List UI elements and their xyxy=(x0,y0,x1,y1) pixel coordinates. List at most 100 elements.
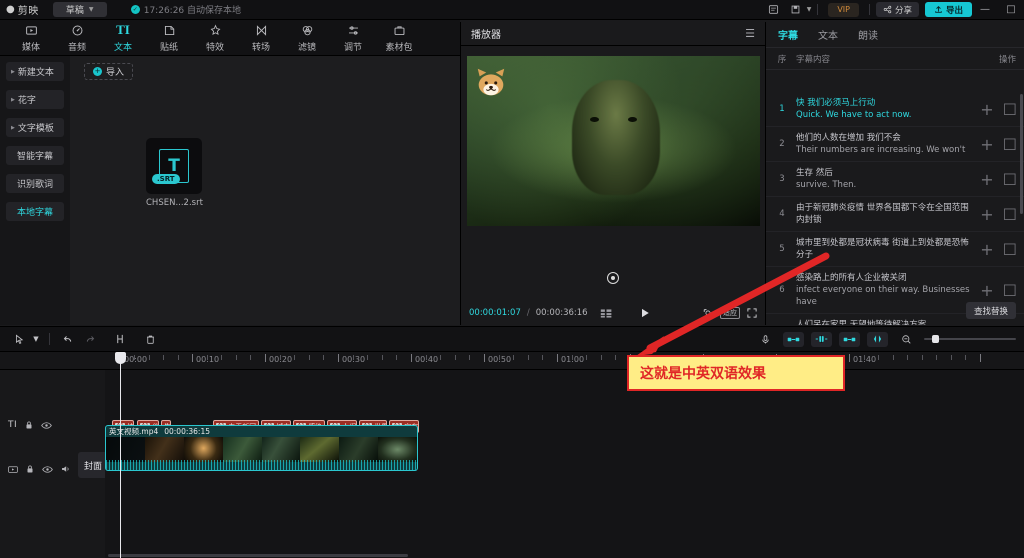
speaker-icon[interactable] xyxy=(60,464,71,474)
rotate-handle[interactable] xyxy=(607,272,619,284)
logo-icon: ● xyxy=(6,4,15,15)
tool-tab-text[interactable]: TI 文本 xyxy=(100,20,146,56)
plus-icon[interactable]: + xyxy=(980,100,993,119)
copy-icon[interactable]: ☐ xyxy=(1003,135,1017,154)
subtitle-panel-tabs: 字幕 文本 朗读 xyxy=(766,22,1024,48)
list-item[interactable]: 1 快 我们必须马上行动 Quick. We have to act now. … xyxy=(766,92,1024,127)
vip-badge[interactable]: VIP xyxy=(828,2,859,17)
lock-icon[interactable] xyxy=(24,420,34,430)
plus-icon[interactable]: + xyxy=(980,240,993,259)
list-menu-icon[interactable]: ☰ xyxy=(745,28,755,39)
tool-tab-effects[interactable]: 特效 xyxy=(192,20,238,56)
sidebar-item-text-template[interactable]: ▶ 文字模板 xyxy=(6,118,64,137)
tool-tab-label: 音频 xyxy=(67,42,86,53)
plus-icon[interactable]: + xyxy=(980,205,993,224)
track-header-text[interactable]: TI xyxy=(0,420,52,430)
trash-icon[interactable] xyxy=(139,329,161,349)
export-icon xyxy=(935,6,942,13)
tool-tab-audio[interactable]: 音频 xyxy=(54,20,100,56)
autosave-status: ✓ 17:26:26 自动保存本地 xyxy=(130,3,241,16)
column-header-content: 字幕内容 xyxy=(796,54,831,65)
plus-icon[interactable]: + xyxy=(980,281,993,300)
tool-tab-media[interactable]: 媒体 xyxy=(8,20,54,56)
save-dropdown-chevron-down-icon[interactable]: ▼ xyxy=(807,6,812,13)
sidebar-item-smart-subtitle[interactable]: 智能字幕 xyxy=(6,146,64,165)
sidebar-item-fancy-text[interactable]: ▶ 花字 xyxy=(6,90,64,109)
track-header-video[interactable] xyxy=(0,464,71,474)
eye-icon[interactable] xyxy=(41,421,52,430)
list-item[interactable]: 2 他们的人数在增加 我们不会 Their numbers are increa… xyxy=(766,127,1024,162)
playhead[interactable] xyxy=(115,352,126,558)
find-replace-button[interactable]: 查找替换 xyxy=(965,302,1016,319)
scrollbar[interactable] xyxy=(1020,94,1023,214)
thumbnail-frame xyxy=(261,437,301,462)
copy-icon[interactable]: ☐ xyxy=(1003,100,1017,119)
cursor-icon[interactable] xyxy=(8,329,30,349)
share-label: 分享 xyxy=(894,5,912,16)
sidebar-item-label: 新建文本 xyxy=(17,68,54,78)
row-index: 4 xyxy=(779,209,785,219)
plus-icon[interactable]: + xyxy=(980,170,993,189)
split-icon[interactable] xyxy=(109,329,131,349)
save-icon[interactable] xyxy=(785,0,807,20)
list-item[interactable]: 4 由于新冠肺炎疫情 世界各国都下令在全国范围内封锁 + ☐ xyxy=(766,197,1024,232)
video-clip[interactable]: 英文视频.mp4 00:00:36:15 xyxy=(105,425,418,471)
tool-tab-transition[interactable]: 转场 xyxy=(238,20,284,56)
list-item[interactable]: 3 生存 然后 survive. Then. + ☐ xyxy=(766,162,1024,197)
tab-reading[interactable]: 朗读 xyxy=(858,27,878,42)
material-item[interactable]: T .SRT CHSEN...2.srt xyxy=(146,138,203,208)
column-header-operation: 操作 xyxy=(998,54,1016,65)
zoom-out-icon[interactable] xyxy=(895,329,917,349)
timeline-toolbar: ▼ xyxy=(0,326,1024,352)
redo-icon[interactable] xyxy=(79,329,101,349)
tab-text[interactable]: 文本 xyxy=(818,27,838,42)
horizontal-scrollbar[interactable] xyxy=(108,554,408,557)
adjust-clip-icon[interactable] xyxy=(867,331,888,347)
note-icon[interactable] xyxy=(763,0,785,20)
dog-sticker[interactable] xyxy=(472,64,510,100)
timeline-ruler[interactable]: 00:00 00:10 00:20 00:30 00:40 00:50 01:0… xyxy=(0,352,1024,370)
video-stage[interactable]: 快 我们必须马上行动 Quick. We have to act now. xyxy=(467,56,760,226)
project-name-label: 草稿 xyxy=(65,6,84,16)
tool-tab-package[interactable]: 素材包 xyxy=(376,20,422,56)
video-icon[interactable] xyxy=(8,465,18,474)
tool-tab-filter[interactable]: 滤镜 xyxy=(284,20,330,56)
maximize-icon[interactable]: □ xyxy=(998,0,1024,20)
export-button[interactable]: 导出 xyxy=(924,2,972,17)
minimize-icon[interactable]: — xyxy=(972,0,998,20)
divider xyxy=(817,4,819,15)
tool-tab-adjust[interactable]: 调节 xyxy=(330,20,376,56)
row-text[interactable]: 他们的人数在增加 我们不会 Their numbers are increasi… xyxy=(796,132,974,156)
import-button[interactable]: + 导入 xyxy=(84,63,134,80)
eye-icon[interactable] xyxy=(42,465,53,474)
sidebar-item-local-subtitle[interactable]: 本地字幕 xyxy=(6,202,64,221)
row-text[interactable]: 快 我们必须马上行动 Quick. We have to act now. xyxy=(796,97,974,121)
copy-icon[interactable]: ☐ xyxy=(1003,170,1017,189)
zoom-slider-knob[interactable] xyxy=(932,335,939,343)
timeline-tracks[interactable]: A1 快 A1 他 生 A1 由于新冠 A1 城市 A1 感染 xyxy=(105,370,1024,558)
cover-thumbnail[interactable]: 封面 xyxy=(78,452,108,478)
cloud-check-icon: ✓ xyxy=(130,5,140,14)
undo-icon[interactable] xyxy=(57,329,79,349)
copy-icon[interactable]: ☐ xyxy=(1003,281,1017,300)
zoom-slider[interactable] xyxy=(924,335,1016,343)
row-operations: + ☐ xyxy=(980,205,1017,224)
project-name-dropdown[interactable]: 草稿 ▼ xyxy=(52,2,107,17)
copy-icon[interactable]: ☐ xyxy=(1003,205,1017,224)
copy-icon[interactable]: ☐ xyxy=(1003,240,1017,259)
tab-subtitle[interactable]: 字幕 xyxy=(778,27,798,42)
plus-icon[interactable]: + xyxy=(980,135,993,154)
playhead-handle[interactable] xyxy=(115,352,126,364)
grid-icon[interactable] xyxy=(600,308,613,319)
share-button[interactable]: 分享 xyxy=(875,2,919,17)
row-text[interactable]: 生存 然后 survive. Then. xyxy=(796,167,974,191)
tool-tab-sticker[interactable]: 贴纸 xyxy=(146,20,192,56)
cursor-dropdown-chevron-down-icon[interactable]: ▼ xyxy=(30,329,42,349)
row-text[interactable]: 由于新冠肺炎疫情 世界各国都下令在全国范围内封锁 xyxy=(796,202,974,226)
lock-icon[interactable] xyxy=(25,464,35,474)
sidebar-item-new-text[interactable]: ▶ 新建文本 xyxy=(6,62,64,81)
sidebar-item-lyrics-recognition[interactable]: 识别歌词 xyxy=(6,174,64,193)
effects-icon xyxy=(209,23,222,38)
row-english: survive. Then. xyxy=(796,180,857,190)
annotation-text: 这就是中英双语效果 xyxy=(640,366,766,382)
